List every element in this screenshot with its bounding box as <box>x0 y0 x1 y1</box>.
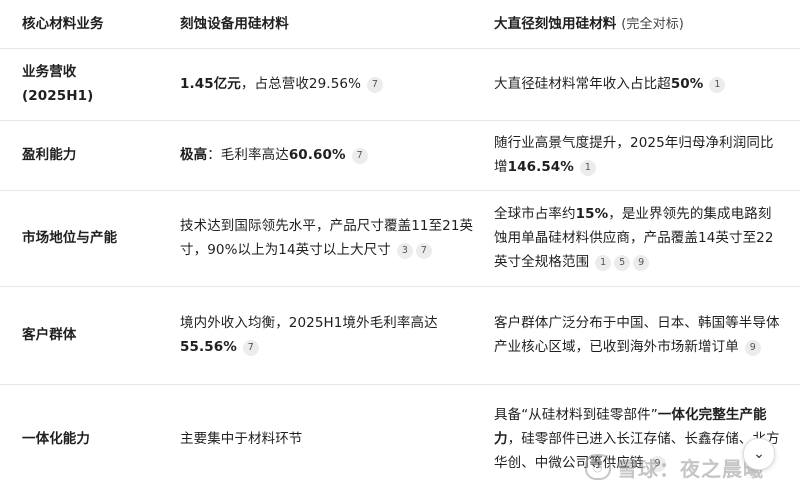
text-run: 146.54% <box>507 159 574 175</box>
text-run: 客户群体广泛分布于中国、日本、韩国等半导体产业核心区域，已收到海外市场新增订单 <box>494 315 780 355</box>
citation-badge[interactable]: 9 <box>633 255 650 271</box>
table-row: 客户群体 境内外收入均衡，2025H1境外毛利率高达 55.56% 7 客户群体广泛… <box>0 286 800 385</box>
text-run: 主要集中于材料环节 <box>180 430 303 447</box>
text-run: ：毛利率高达 <box>207 147 289 163</box>
text-run: 60.60% <box>288 147 346 163</box>
row-col2: 极高：毛利率高达60.60% 7 <box>180 143 368 167</box>
row-label: 业务营收 (2025H1) <box>22 64 94 104</box>
table-row: 市场地位与产能 技术达到国际领先水平，产品尺寸覆盖11至21英寸，90%以上为1… <box>0 190 800 287</box>
text-run: 大直径硅材料常年收入占比超 <box>494 76 671 92</box>
citation-badge[interactable]: 9 <box>744 340 761 356</box>
row-col3: 随行业高景气度提升，2025年归母净利润同比增146.54% 1 <box>494 131 784 179</box>
citation-badge[interactable]: 3 <box>396 243 413 259</box>
header-cell: 刻蚀设备用硅材料 <box>180 0 480 48</box>
row-label: 客户群体 <box>22 327 77 343</box>
text-run: 55.56% <box>180 339 237 355</box>
header-cell: 大直径刻蚀用硅材料 (完全对标) <box>494 0 784 48</box>
row-col3: 大直径硅材料常年收入占比超50% 1 <box>494 72 726 96</box>
watermark-text: 雪球：夜之晨曦 <box>617 456 764 481</box>
header-col3: 大直径刻蚀用硅材料 <box>494 15 617 32</box>
citation-badge[interactable]: 7 <box>367 77 383 93</box>
text-run: 极高 <box>180 147 208 163</box>
row-col2: 主要集中于材料环节 <box>180 427 302 451</box>
table-header-row: 核心材料业务 刻蚀设备用硅材料 大直径刻蚀用硅材料 (完全对标) <box>0 0 800 49</box>
row-col3: 全球市占率约15%，是业界领先的集成电路刻蚀用单晶硅材料供应商，产品覆盖14英寸… <box>494 202 784 274</box>
row-col2: 技术达到国际领先水平，产品尺寸覆盖11至21英寸，90%以上为14英寸以上大尺寸… <box>180 214 480 262</box>
table-row: 业务营收 (2025H1) 1.45亿元，占总营收29.56% 7 大直径硅材料常… <box>0 48 800 121</box>
citation-badge[interactable]: 7 <box>415 243 432 259</box>
row-col3: 客户群体广泛分布于中国、日本、韩国等半导体产业核心区域，已收到海外市场新增订单 9 <box>494 311 784 359</box>
text-run: 15% <box>575 206 609 222</box>
citation-badge[interactable]: 7 <box>351 148 368 164</box>
citation-badge[interactable]: 1 <box>709 77 726 93</box>
text-run: 全球市占率约 <box>494 206 576 222</box>
citation-badge[interactable]: 1 <box>579 160 596 176</box>
row-col2: 境内外收入均衡，2025H1境外毛利率高达 55.56% 7 <box>180 311 480 359</box>
header-col2: 刻蚀设备用硅材料 <box>180 16 289 32</box>
row-label: 一体化能力 <box>22 430 90 447</box>
text-run: ，占总营收29.56% <box>240 76 361 92</box>
chevron-down-icon: ⌄ <box>753 446 765 462</box>
scroll-down-button[interactable]: ⌄ <box>743 438 775 470</box>
header-cell: 核心材料业务 <box>22 0 172 48</box>
table-row: 盈利能力 极高：毛利率高达60.60% 7 随行业高景气度提升，2025年归母净利… <box>0 120 800 191</box>
header-col1: 核心材料业务 <box>22 16 104 32</box>
citation-badge[interactable]: 1 <box>595 255 612 271</box>
text-run: 境内外收入均衡，2025H1境外毛利率高达 <box>180 315 438 331</box>
row-label: 盈利能力 <box>22 147 77 163</box>
snowball-logo-icon: ◔ <box>585 454 611 480</box>
text-run: 50% <box>670 76 704 92</box>
row-col2: 1.45亿元，占总营收29.56% 7 <box>180 72 383 96</box>
text-run: 具备“从硅材料到硅零部件” <box>494 406 658 423</box>
row-label: 市场地位与产能 <box>22 230 118 246</box>
header-col3-note: (完全对标) <box>621 16 684 32</box>
citation-badge[interactable]: 7 <box>242 340 259 356</box>
citation-badge[interactable]: 5 <box>614 255 631 271</box>
text-run: 1.45亿元 <box>180 76 241 92</box>
